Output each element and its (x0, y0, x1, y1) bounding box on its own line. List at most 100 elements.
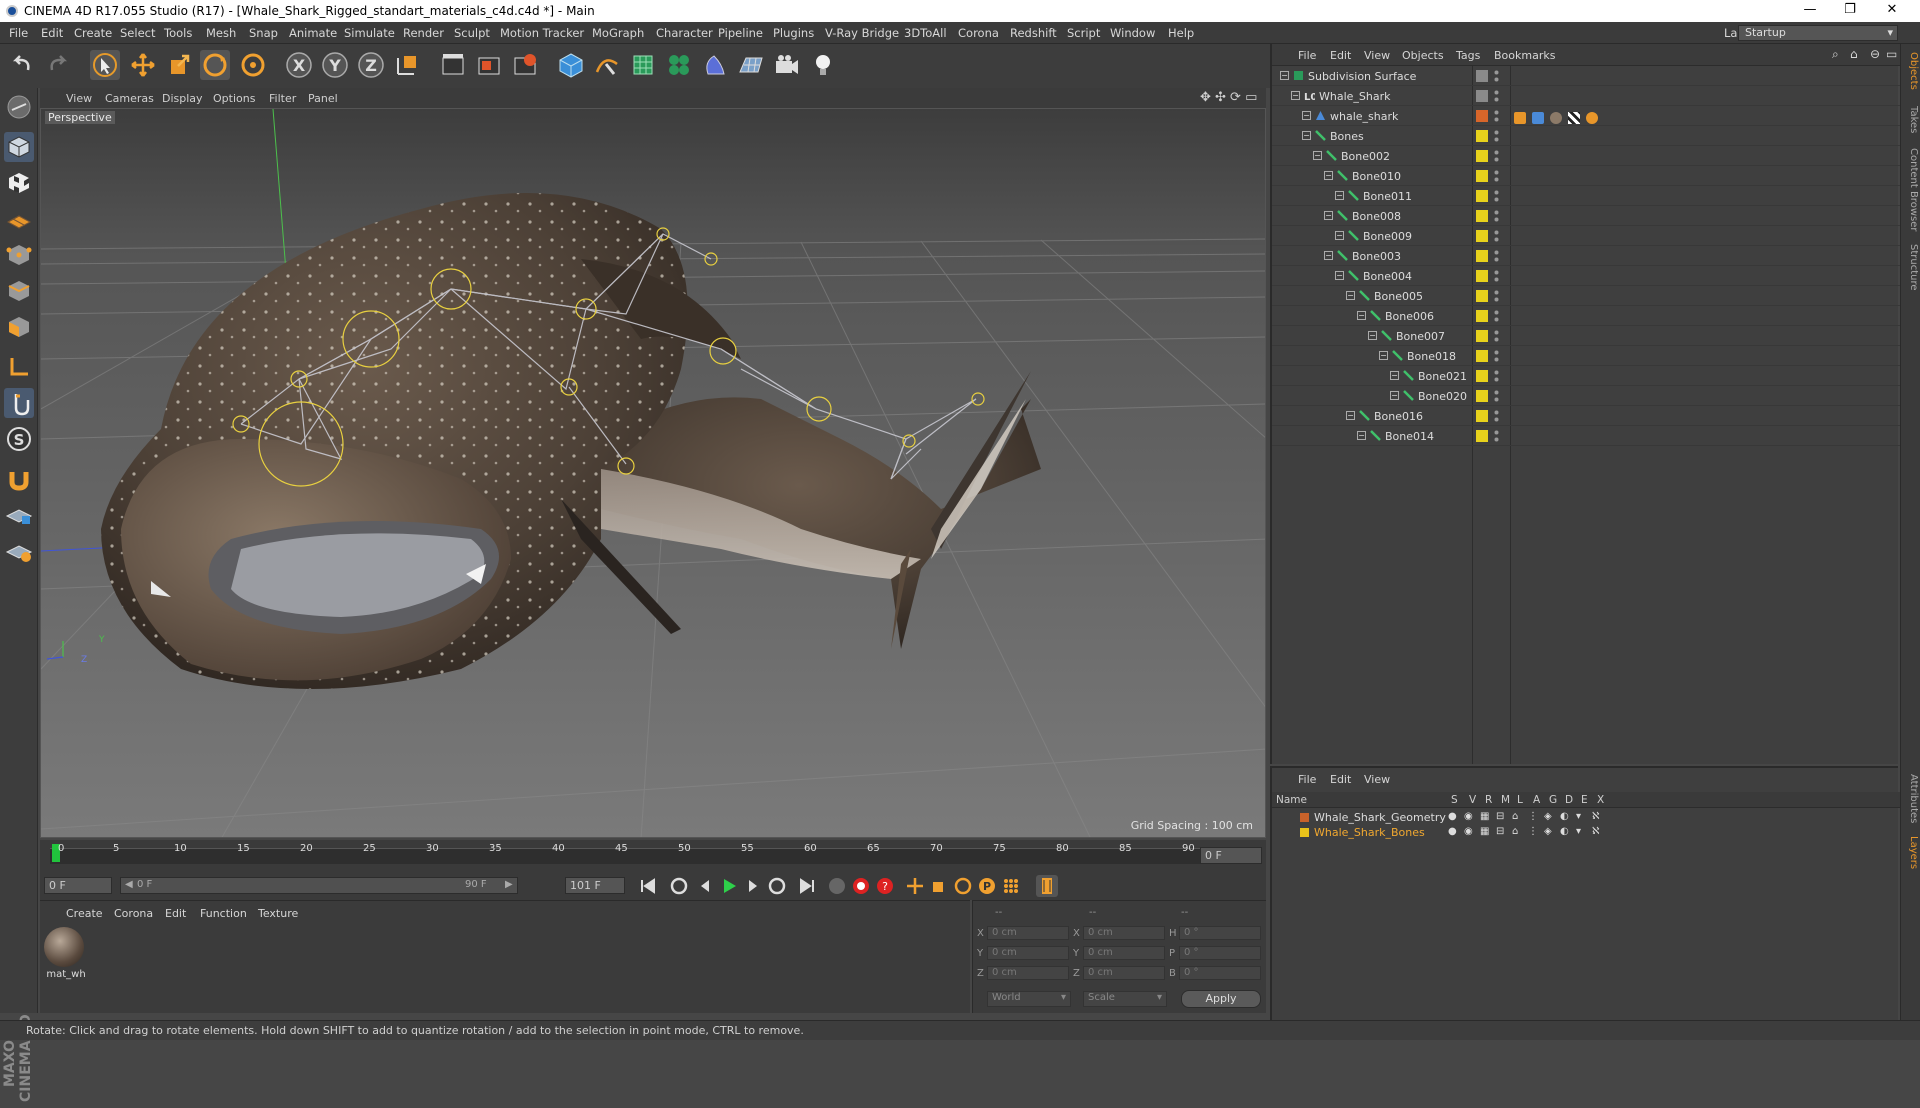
visibility-dots-icon[interactable] (1494, 369, 1499, 383)
expand-toggle-icon[interactable]: − (1324, 251, 1333, 260)
camera-button[interactable] (772, 50, 802, 80)
visibility-dots-icon[interactable] (1494, 429, 1499, 443)
visibility-dots-icon[interactable] (1494, 69, 1499, 83)
object-menu-tags[interactable]: Tags (1456, 49, 1480, 62)
play-forward-icon[interactable] (718, 875, 740, 897)
layout-dropdown[interactable]: Startup ▾ (1738, 25, 1898, 41)
object-row[interactable]: − Bone004 (1272, 266, 1900, 286)
layer-color-tag[interactable] (1476, 90, 1488, 102)
object-menu-view[interactable]: View (1364, 49, 1390, 62)
timeline-ruler[interactable]: 0 5 10 15 20 25 30 35 40 45 50 55 60 65 … (40, 840, 1266, 870)
workplane-mode-button[interactable] (4, 204, 34, 234)
expression-icon[interactable]: ▾ (1576, 826, 1581, 837)
visibility-dots-icon[interactable] (1494, 169, 1499, 183)
snap-button[interactable] (4, 464, 34, 494)
object-row[interactable]: − Bone008 (1272, 206, 1900, 226)
expand-toggle-icon[interactable]: − (1302, 111, 1311, 120)
render-picture-viewer-button[interactable] (474, 50, 504, 80)
texture-tag-icon[interactable] (1514, 112, 1526, 124)
layer-color-tag[interactable] (1476, 310, 1488, 322)
object-row[interactable]: − Bone018 (1272, 346, 1900, 366)
material-menu-corona[interactable]: Corona (114, 907, 153, 920)
object-menu-file[interactable]: File (1298, 49, 1316, 62)
visibility-dots-icon[interactable] (1494, 409, 1499, 423)
go-to-end-icon[interactable] (796, 875, 818, 897)
rotate-tool-button[interactable] (200, 50, 230, 80)
visibility-dots-icon[interactable] (1494, 389, 1499, 403)
menu-render[interactable]: Render (403, 26, 444, 40)
layer-color-tag[interactable] (1476, 230, 1488, 242)
layer-color-tag[interactable] (1476, 330, 1488, 342)
spline-pen-button[interactable] (592, 50, 622, 80)
rotation-p-field[interactable]: 0 ° (1179, 946, 1261, 960)
menu-3dtoall[interactable]: 3DToAll (904, 26, 947, 40)
keyframe-selection-icon[interactable]: ? (874, 875, 896, 897)
visibility-dots-icon[interactable] (1494, 269, 1499, 283)
menu-file[interactable]: File (9, 26, 28, 40)
move-tool-button[interactable] (128, 50, 158, 80)
tweak-mode-button[interactable] (4, 388, 34, 418)
select-tool-button[interactable] (90, 50, 120, 80)
visibility-dots-icon[interactable] (1494, 209, 1499, 223)
visibility-dots-icon[interactable] (1494, 189, 1499, 203)
recent-tool-button[interactable] (238, 50, 268, 80)
object-row[interactable]: − Bones (1272, 126, 1900, 146)
object-row[interactable]: − Bone021 (1272, 366, 1900, 386)
object-menu-edit[interactable]: Edit (1330, 49, 1351, 62)
object-menu-bookmarks[interactable]: Bookmarks (1494, 49, 1555, 62)
layer-color-tag[interactable] (1476, 410, 1488, 422)
close-button[interactable]: ✕ (1872, 2, 1912, 17)
layer-row[interactable]: Whale_Shark_Geometry ● ◉ ▦ ⊟ ⌂ ⋮ ◈ ◐ ▾ ℵ (1272, 810, 1900, 825)
expression-icon[interactable]: ▾ (1576, 811, 1581, 822)
tab-takes[interactable]: Takes (1903, 106, 1919, 133)
position-key-icon[interactable] (904, 875, 926, 897)
light-button[interactable] (808, 50, 838, 80)
object-row[interactable]: − Bone002 (1272, 146, 1900, 166)
solo-icon[interactable]: ● (1448, 826, 1457, 837)
viewport-navigation-icons[interactable]: ✥ ✣ ⟳ ▭ (1200, 90, 1257, 105)
menu-simulate[interactable]: Simulate (344, 26, 395, 40)
menu-create[interactable]: Create (74, 26, 112, 40)
menu-motion-tracker[interactable]: Motion Tracker (500, 26, 584, 40)
solo-mode-button[interactable]: S (4, 424, 34, 454)
expand-toggle-icon[interactable]: − (1335, 271, 1344, 280)
expand-toggle-icon[interactable]: − (1291, 91, 1300, 100)
subdivision-surface-button[interactable] (628, 50, 658, 80)
points-mode-button[interactable] (4, 240, 34, 270)
menu-character[interactable]: Character (656, 26, 713, 40)
z-axis-lock-button[interactable]: Z (356, 50, 386, 80)
uvw-tag-icon[interactable] (1568, 112, 1580, 124)
whale-shark-tags[interactable] (1514, 112, 1604, 128)
layer-color-tag[interactable] (1476, 430, 1488, 442)
workplane-options-button[interactable] (4, 536, 34, 566)
expand-toggle-icon[interactable]: − (1357, 431, 1366, 440)
viewport-scene[interactable] (41, 109, 1266, 838)
polygons-mode-button[interactable] (4, 312, 34, 342)
expand-toggle-icon[interactable]: − (1324, 171, 1333, 180)
manager-icon[interactable]: ⊟ (1496, 811, 1504, 822)
render-icon[interactable]: ▦ (1480, 811, 1489, 822)
visibility-dots-icon[interactable] (1494, 249, 1499, 263)
material-menu-create[interactable]: Create (66, 907, 103, 920)
search-icon[interactable]: ⌕ (1832, 47, 1839, 62)
viewport-menu-options[interactable]: Options (213, 92, 255, 105)
visibility-dots-icon[interactable] (1494, 129, 1499, 143)
deformer-icon[interactable]: ◐ (1560, 811, 1569, 822)
expand-toggle-icon[interactable]: − (1324, 211, 1333, 220)
position-x-field[interactable]: 0 cm (987, 926, 1069, 940)
deformer-icon[interactable]: ◐ (1560, 826, 1569, 837)
object-row[interactable]: − Bone020 (1272, 386, 1900, 406)
viewport-menu-cameras[interactable]: Cameras (105, 92, 154, 105)
preview-range-slider[interactable]: ◀ 0 F 90 F ▶ (120, 877, 518, 894)
menu-mograph[interactable]: MoGraph (592, 26, 644, 40)
make-editable-button[interactable] (4, 92, 34, 122)
layer-color-tag[interactable] (1476, 110, 1488, 122)
menu-script[interactable]: Script (1067, 26, 1100, 40)
x-axis-lock-button[interactable]: X (284, 50, 314, 80)
lock-icon[interactable]: ⌂ (1512, 811, 1518, 822)
render-view-button[interactable] (438, 50, 468, 80)
layer-color-tag[interactable] (1476, 150, 1488, 162)
layer-color-tag[interactable] (1476, 250, 1488, 262)
object-row[interactable]: − Subdivision Surface (1272, 66, 1900, 86)
menu-edit[interactable]: Edit (41, 26, 63, 40)
